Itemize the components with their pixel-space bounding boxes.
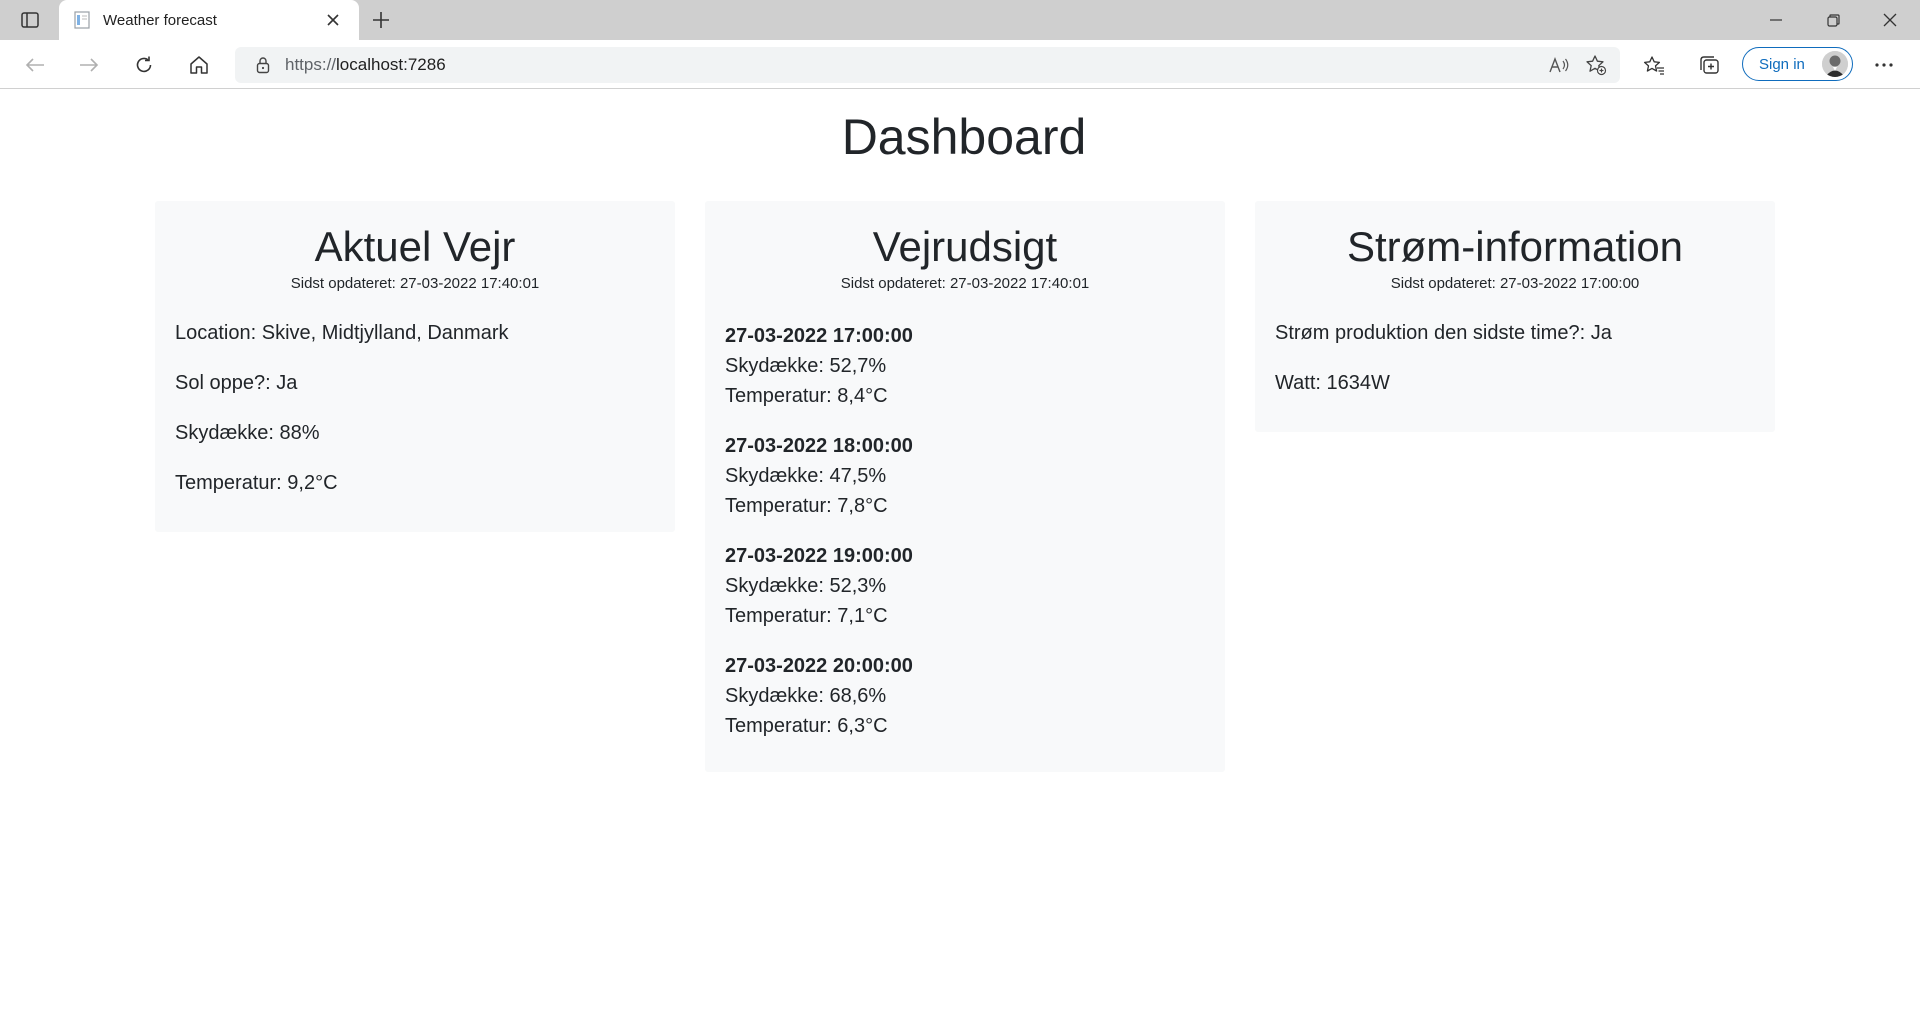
more-icon (1875, 63, 1893, 67)
power-updated: Sidst opdateret: 27-03-2022 17:00:00 (1390, 275, 1640, 292)
lock-icon[interactable] (243, 56, 283, 74)
url-text[interactable]: https://localhost:7286 (285, 55, 1542, 75)
add-favorite-icon[interactable] (1578, 48, 1614, 82)
current-weather-card: Aktuel Vejr Sidst opdateret: 27-03-2022 … (155, 201, 675, 532)
forecast-entry: 27-03-2022 20:00:00 Skydække: 68,6% Temp… (725, 651, 1205, 741)
forecast-time: 27-03-2022 19:00:00 (725, 545, 913, 567)
forecast-entry: 27-03-2022 19:00:00 Skydække: 52,3% Temp… (725, 541, 1205, 631)
plus-icon (373, 12, 389, 28)
tab-actions-icon (21, 12, 39, 28)
page-title: Dashboard (841, 109, 1087, 165)
refresh-button[interactable] (126, 48, 162, 82)
power-heading: Strøm-information (1346, 223, 1684, 270)
forecast-entry: 27-03-2022 17:00:00 Skydække: 52,7% Temp… (725, 321, 1205, 411)
arrow-right-icon (80, 58, 99, 72)
forecast-heading: Vejrudsigt (872, 223, 1058, 270)
browser-toolbar: https://localhost:7286 Sign in (0, 40, 1920, 89)
current-weather-heading: Aktuel Vejr (314, 223, 516, 270)
cloud-cover-text: Skydække: 88% (175, 422, 320, 444)
favorites-button[interactable] (1636, 48, 1672, 82)
address-bar[interactable]: https://localhost:7286 (235, 47, 1620, 83)
collections-icon (1700, 56, 1719, 74)
restore-icon (1826, 13, 1840, 27)
active-tab[interactable]: Weather forecast (59, 0, 359, 40)
avatar (1822, 51, 1848, 77)
close-tab-icon[interactable] (321, 8, 345, 32)
power-info-card: Strøm-information Sidst opdateret: 27-03… (1255, 201, 1775, 432)
collections-button[interactable] (1691, 48, 1727, 82)
forecast-updated: Sidst opdateret: 27-03-2022 17:40:01 (840, 275, 1090, 292)
arrow-left-icon (25, 58, 44, 72)
forecast-temperature: Temperatur: 6,3°C (725, 715, 888, 737)
watt-text: Watt: 1634W (1275, 372, 1390, 394)
page-favicon-icon (73, 11, 91, 29)
temperature-text: Temperatur: 9,2°C (175, 472, 338, 494)
forecast-card: Vejrudsigt Sidst opdateret: 27-03-2022 1… (705, 201, 1225, 772)
refresh-icon (136, 56, 152, 73)
tab-title: Weather forecast (103, 11, 217, 29)
browser-titlebar: Weather forecast (0, 0, 1920, 40)
forecast-time: 27-03-2022 20:00:00 (725, 655, 913, 677)
sign-in-label: Sign in (1759, 55, 1805, 73)
forecast-time: 27-03-2022 17:00:00 (725, 325, 913, 347)
back-button[interactable] (17, 48, 53, 82)
sun-up-text: Sol oppe?: Ja (175, 372, 298, 394)
current-weather-updated: Sidst opdateret: 27-03-2022 17:40:01 (290, 275, 540, 292)
home-button[interactable] (181, 48, 217, 82)
forecast-time: 27-03-2022 18:00:00 (725, 435, 913, 457)
url-host: localhost:7286 (336, 55, 446, 74)
sign-in-button[interactable]: Sign in (1742, 47, 1853, 81)
forecast-temperature: Temperatur: 7,8°C (725, 495, 888, 517)
favorites-icon (1643, 56, 1664, 75)
forecast-temperature: Temperatur: 7,1°C (725, 605, 888, 627)
settings-more-button[interactable] (1866, 48, 1902, 82)
minimize-button[interactable] (1748, 0, 1804, 40)
url-scheme: https:// (285, 55, 337, 74)
forecast-clouds: Skydække: 47,5% (725, 465, 887, 487)
location-text: Location: Skive, Midtjylland, Danmark (175, 322, 509, 344)
forecast-clouds: Skydække: 52,7% (725, 355, 887, 377)
forecast-entry: 27-03-2022 18:00:00 Skydække: 47,5% Temp… (725, 431, 1205, 521)
forecast-temperature: Temperatur: 8,4°C (725, 385, 888, 407)
restore-button[interactable] (1805, 0, 1861, 40)
forecast-clouds: Skydække: 68,6% (725, 685, 887, 707)
forecast-clouds: Skydække: 52,3% (725, 575, 887, 597)
close-icon (1883, 13, 1897, 27)
home-icon (190, 56, 208, 74)
power-production-text: Strøm produktion den sidste time?: Ja (1275, 322, 1612, 344)
new-tab-button[interactable] (364, 6, 398, 34)
forward-button[interactable] (71, 48, 107, 82)
close-window-button[interactable] (1862, 0, 1918, 40)
read-aloud-icon[interactable] (1542, 48, 1578, 82)
tab-actions-button[interactable] (12, 7, 48, 33)
minimize-icon (1770, 19, 1782, 21)
